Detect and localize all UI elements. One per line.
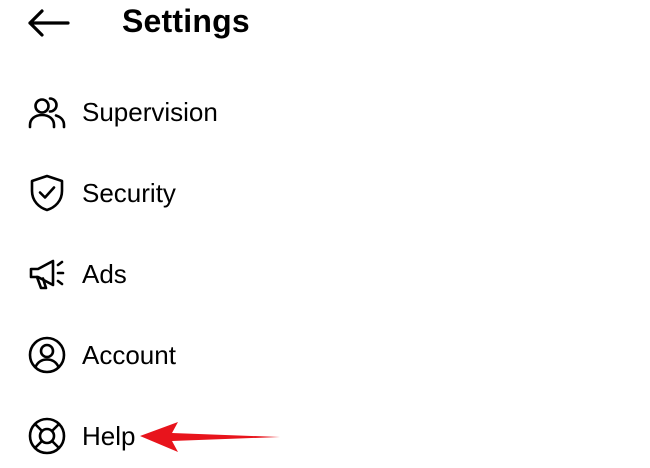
settings-item-account[interactable]: Account <box>0 323 650 387</box>
settings-item-label: Supervision <box>82 97 218 127</box>
people-icon <box>24 89 70 135</box>
arrow-left-icon <box>28 9 70 37</box>
megaphone-icon <box>24 251 70 297</box>
lifebuoy-icon <box>24 413 70 459</box>
settings-item-security[interactable]: Security <box>0 161 650 225</box>
settings-item-label: Ads <box>82 259 127 289</box>
user-circle-icon <box>24 332 70 378</box>
settings-item-label: Account <box>82 340 176 370</box>
settings-item-label: Security <box>82 178 176 208</box>
red-arrow-icon <box>140 422 280 452</box>
top-bar: Settings <box>0 0 650 46</box>
settings-item-supervision[interactable]: Supervision <box>0 80 650 144</box>
page-title: Settings <box>122 3 250 39</box>
settings-item-help[interactable]: Help <box>0 404 650 468</box>
back-button[interactable] <box>22 2 74 44</box>
settings-item-label: Help <box>82 421 136 451</box>
shield-check-icon <box>24 170 70 216</box>
settings-item-ads[interactable]: Ads <box>0 242 650 306</box>
